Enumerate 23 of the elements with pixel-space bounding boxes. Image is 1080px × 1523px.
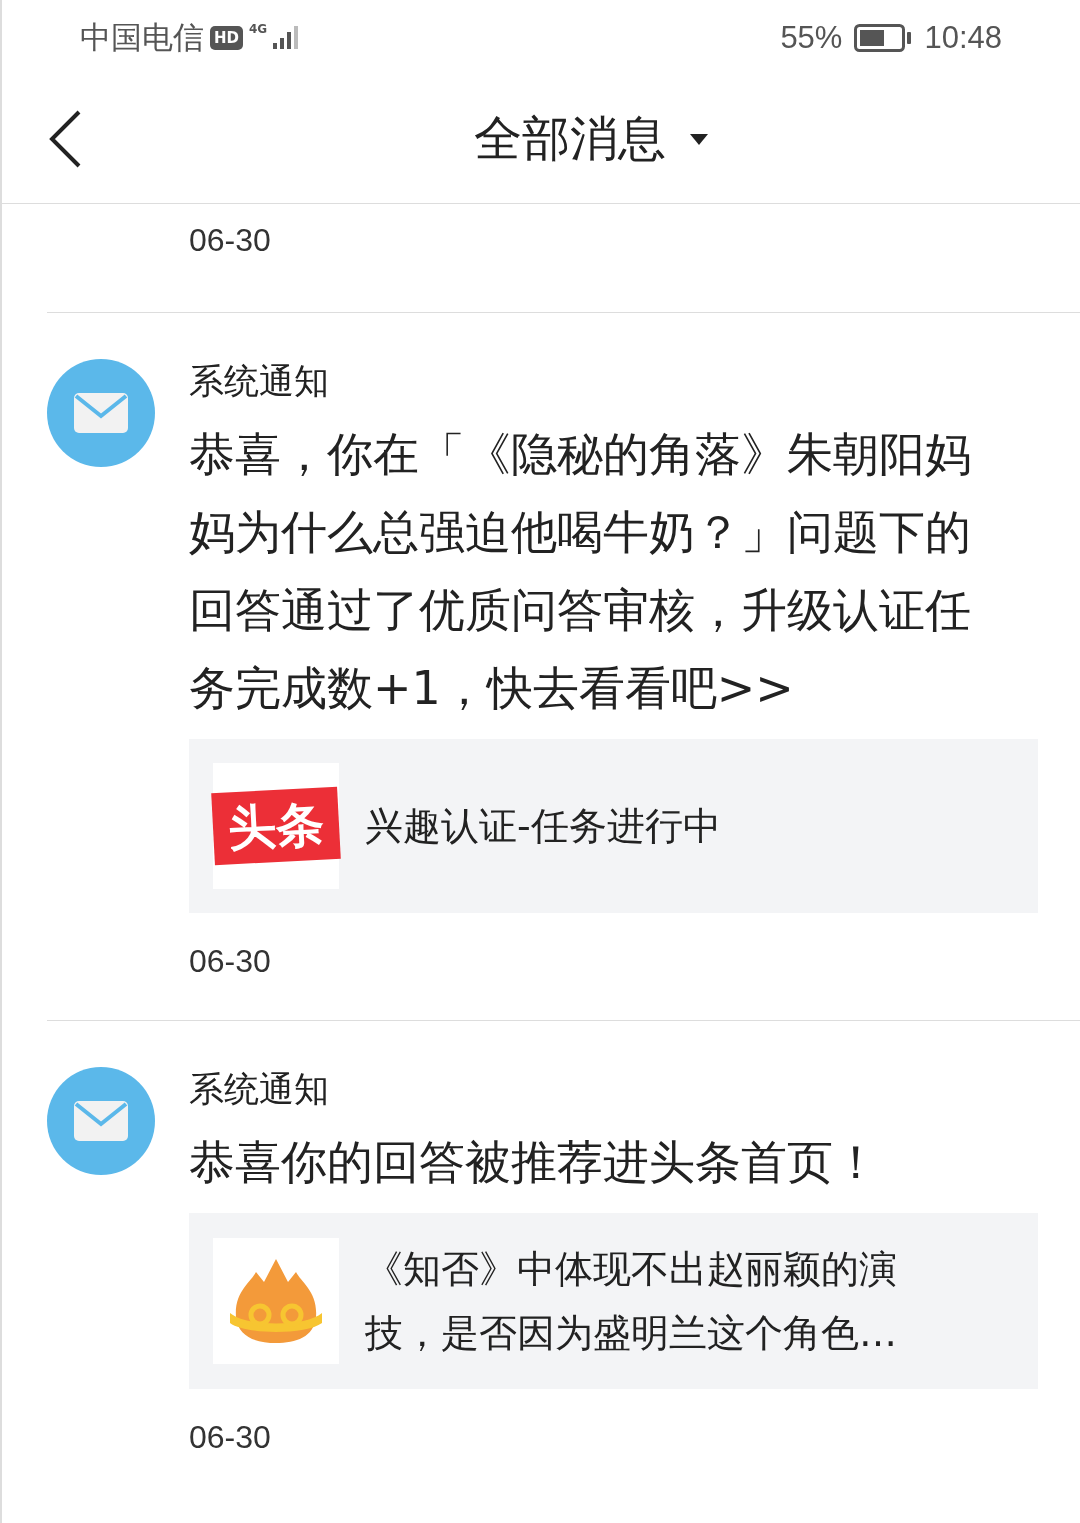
message-text[interactable]: 恭喜，你在「《隐秘的角落》朱朝阳妈妈为什么总强迫他喝牛奶？」问题下的回答通过了优质问答审核，升级认证任务完成数+1，快去看看吧>> bbox=[189, 415, 1009, 727]
battery-percent: 55% bbox=[780, 19, 843, 56]
message-date: 06-30 bbox=[189, 222, 272, 260]
caret-icon[interactable] bbox=[690, 133, 708, 145]
link-card[interactable]: 《知否》中体现不出赵丽颖的演技，是否因为盛明兰这个角色… bbox=[189, 1213, 1038, 1389]
carrier-name: 中国电信 bbox=[80, 18, 204, 57]
mail-icon bbox=[47, 1067, 155, 1175]
sender-name: 系统通知 bbox=[189, 1068, 330, 1111]
card-title: 兴趣认证-任务进行中 bbox=[365, 803, 722, 850]
app-logo: 头条 bbox=[211, 786, 341, 866]
message-text[interactable]: 恭喜你的回答被推荐进头条首页！ bbox=[189, 1123, 1009, 1201]
link-card[interactable]: 头条 兴趣认证-任务进行中 bbox=[189, 739, 1038, 913]
hd-badge: HD bbox=[210, 25, 243, 50]
battery-icon bbox=[854, 23, 913, 52]
mail-icon bbox=[47, 359, 155, 467]
card-title: 《知否》中体现不出赵丽颖的演技，是否因为盛明兰这个角色… bbox=[365, 1246, 898, 1357]
network-type: 4G bbox=[249, 22, 268, 36]
header-title[interactable]: 全部消息 bbox=[474, 107, 666, 171]
clock-time: 10:48 bbox=[924, 19, 1002, 56]
message-date: 06-30 bbox=[189, 1419, 272, 1456]
sender-name: 系统通知 bbox=[189, 360, 330, 403]
back-icon[interactable] bbox=[48, 110, 82, 168]
message-date: 06-30 bbox=[189, 943, 272, 980]
